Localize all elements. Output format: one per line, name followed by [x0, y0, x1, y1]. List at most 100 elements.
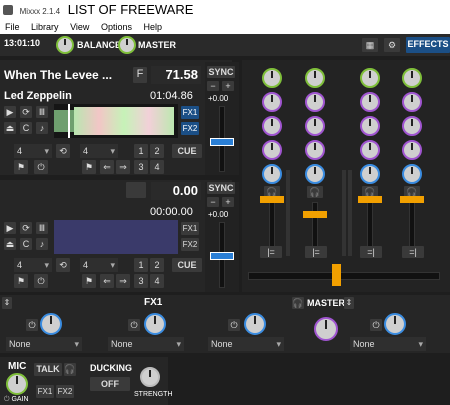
deck1-fx2-button[interactable]: FX2: [181, 122, 199, 135]
deck1-pitch-down[interactable]: −: [207, 81, 219, 91]
deck1-repeat-icon[interactable]: ⟳: [20, 106, 32, 118]
fx-slot2-select[interactable]: None: [108, 337, 184, 351]
deck1-beatjump-select[interactable]: 4: [80, 144, 118, 158]
master-knob[interactable]: [118, 36, 136, 54]
fx-slot1-select[interactable]: None: [6, 337, 82, 351]
deck2-hotcue-2[interactable]: 2: [150, 258, 164, 272]
deck1-note-icon[interactable]: ♪: [36, 122, 48, 134]
deck1-hotcue-1[interactable]: 1: [134, 144, 148, 158]
ch1-volume-handle[interactable]: [260, 196, 284, 203]
ch3-high-knob[interactable]: [360, 92, 380, 112]
deck1-flag-icon[interactable]: ⚑: [14, 160, 28, 174]
deck2-pitch-down[interactable]: −: [207, 197, 219, 207]
deck1-pitch-up[interactable]: +: [222, 81, 234, 91]
deck2-hotcue-3[interactable]: 3: [134, 274, 148, 288]
menu-options[interactable]: Options: [101, 22, 132, 32]
deck2-beatgrid-icon[interactable]: Ⅲ: [36, 222, 48, 234]
deck1-beatloop-select[interactable]: 4: [14, 144, 52, 158]
deck2-waveform[interactable]: [54, 220, 178, 254]
deck1-eject-icon[interactable]: ⏏: [4, 122, 16, 134]
deck2-fx1-button[interactable]: FX1: [181, 222, 199, 235]
deck2-repeat-icon[interactable]: ⟳: [20, 222, 32, 234]
deck1-reloop-icon[interactable]: ⏻: [34, 160, 48, 174]
fx-slot4-power-icon[interactable]: ⏻: [370, 319, 382, 331]
fx-slot4-mix-knob[interactable]: [384, 313, 406, 335]
ch2-headphone-icon[interactable]: 🎧: [307, 186, 323, 198]
ch2-high-knob[interactable]: [305, 92, 325, 112]
fx-collapse-icon[interactable]: ⇕: [2, 297, 12, 309]
deck1-hotcue-3[interactable]: 3: [134, 160, 148, 174]
deck2-loop-icon[interactable]: ⟲: [56, 258, 70, 272]
deck2-cue-icon[interactable]: C: [20, 238, 32, 250]
menu-library[interactable]: Library: [31, 22, 59, 32]
deck2-beatloop-select[interactable]: 4: [14, 258, 52, 272]
deck2-flag-icon[interactable]: ⚑: [14, 274, 28, 288]
fx-slot2-power-icon[interactable]: ⏻: [128, 319, 140, 331]
deck1-cue-button[interactable]: CUE: [172, 144, 202, 158]
deck1-back-icon[interactable]: ⇐: [100, 160, 114, 174]
ch1-mid-knob[interactable]: [262, 116, 282, 136]
deck1-loop-icon[interactable]: ⟲: [56, 144, 70, 158]
deck1-cue-icon[interactable]: C: [20, 122, 32, 134]
fx-slot3-power-icon[interactable]: ⏻: [228, 319, 240, 331]
effects-button[interactable]: EFFECTS: [406, 37, 450, 53]
deck2-pitch-up[interactable]: +: [222, 197, 234, 207]
fx-headphone-icon[interactable]: 🎧: [292, 297, 304, 309]
deck2-pitch-handle[interactable]: [210, 252, 234, 260]
mic-fx1-button[interactable]: FX1: [36, 385, 54, 398]
library-toggle-icon[interactable]: ▦: [362, 38, 378, 52]
deck2-eject-icon[interactable]: ⏏: [4, 238, 16, 250]
deck2-fwd-icon[interactable]: ⇒: [116, 274, 130, 288]
fx2-collapse-icon[interactable]: ⇕: [344, 297, 354, 309]
fx-slot4-select[interactable]: None: [350, 337, 426, 351]
ch3-volume-handle[interactable]: [358, 196, 382, 203]
ch2-orientation-icon[interactable]: |=: [305, 246, 327, 258]
ch1-gain-knob[interactable]: [262, 68, 282, 88]
ch2-low-knob[interactable]: [305, 140, 325, 160]
deck1-pitch-handle[interactable]: [210, 138, 234, 146]
fx-slot3-select[interactable]: None: [208, 337, 284, 351]
deck2-hotcue-4[interactable]: 4: [150, 274, 164, 288]
mic-gain-knob[interactable]: [6, 373, 28, 395]
deck1-flag2-icon[interactable]: ⚑: [82, 160, 96, 174]
deck2-cue-button[interactable]: CUE: [172, 258, 202, 272]
ch2-gain-knob[interactable]: [305, 68, 325, 88]
deck2-play-icon[interactable]: ▶: [4, 222, 16, 234]
deck2-flag2-icon[interactable]: ⚑: [82, 274, 96, 288]
ch3-mid-knob[interactable]: [360, 116, 380, 136]
deck2-sync-button[interactable]: SYNC: [207, 182, 235, 194]
deck1-key-button[interactable]: F: [133, 67, 147, 83]
deck2-note-icon[interactable]: ♪: [36, 238, 48, 250]
ch4-filter-knob[interactable]: [402, 164, 422, 184]
ch2-mid-knob[interactable]: [305, 116, 325, 136]
ch3-gain-knob[interactable]: [360, 68, 380, 88]
mic-talk-button[interactable]: TALK: [34, 363, 62, 376]
ch3-low-knob[interactable]: [360, 140, 380, 160]
mic-fx2-button[interactable]: FX2: [56, 385, 74, 398]
deck1-sync-button[interactable]: SYNC: [207, 66, 235, 78]
fx-slot2-mix-knob[interactable]: [144, 313, 166, 335]
deck2-beatjump-select[interactable]: 4: [80, 258, 118, 272]
settings-icon[interactable]: ⚙: [384, 38, 400, 52]
fx-slot1-mix-knob[interactable]: [40, 313, 62, 335]
fx-slot3-mix-knob[interactable]: [244, 313, 266, 335]
ch3-orientation-icon[interactable]: =|: [360, 246, 382, 258]
ch4-volume-handle[interactable]: [400, 196, 424, 203]
menu-help[interactable]: Help: [143, 22, 162, 32]
deck2-fx2-button[interactable]: FX2: [181, 238, 199, 251]
ch4-orientation-icon[interactable]: =|: [402, 246, 424, 258]
deck2-hotcue-1[interactable]: 1: [134, 258, 148, 272]
ch1-high-knob[interactable]: [262, 92, 282, 112]
crossfader-handle[interactable]: [332, 264, 341, 286]
fx-super-knob[interactable]: [314, 317, 338, 341]
deck2-back-icon[interactable]: ⇐: [100, 274, 114, 288]
ducking-strength-knob[interactable]: [140, 367, 160, 387]
ch3-filter-knob[interactable]: [360, 164, 380, 184]
balance-knob[interactable]: [56, 36, 74, 54]
ch4-gain-knob[interactable]: [402, 68, 422, 88]
menu-view[interactable]: View: [70, 22, 89, 32]
fx-slot1-power-icon[interactable]: ⏻: [26, 319, 38, 331]
deck1-waveform[interactable]: [54, 104, 178, 138]
deck1-beatgrid-icon[interactable]: Ⅲ: [36, 106, 48, 118]
deck2-reloop-icon[interactable]: ⏻: [34, 274, 48, 288]
